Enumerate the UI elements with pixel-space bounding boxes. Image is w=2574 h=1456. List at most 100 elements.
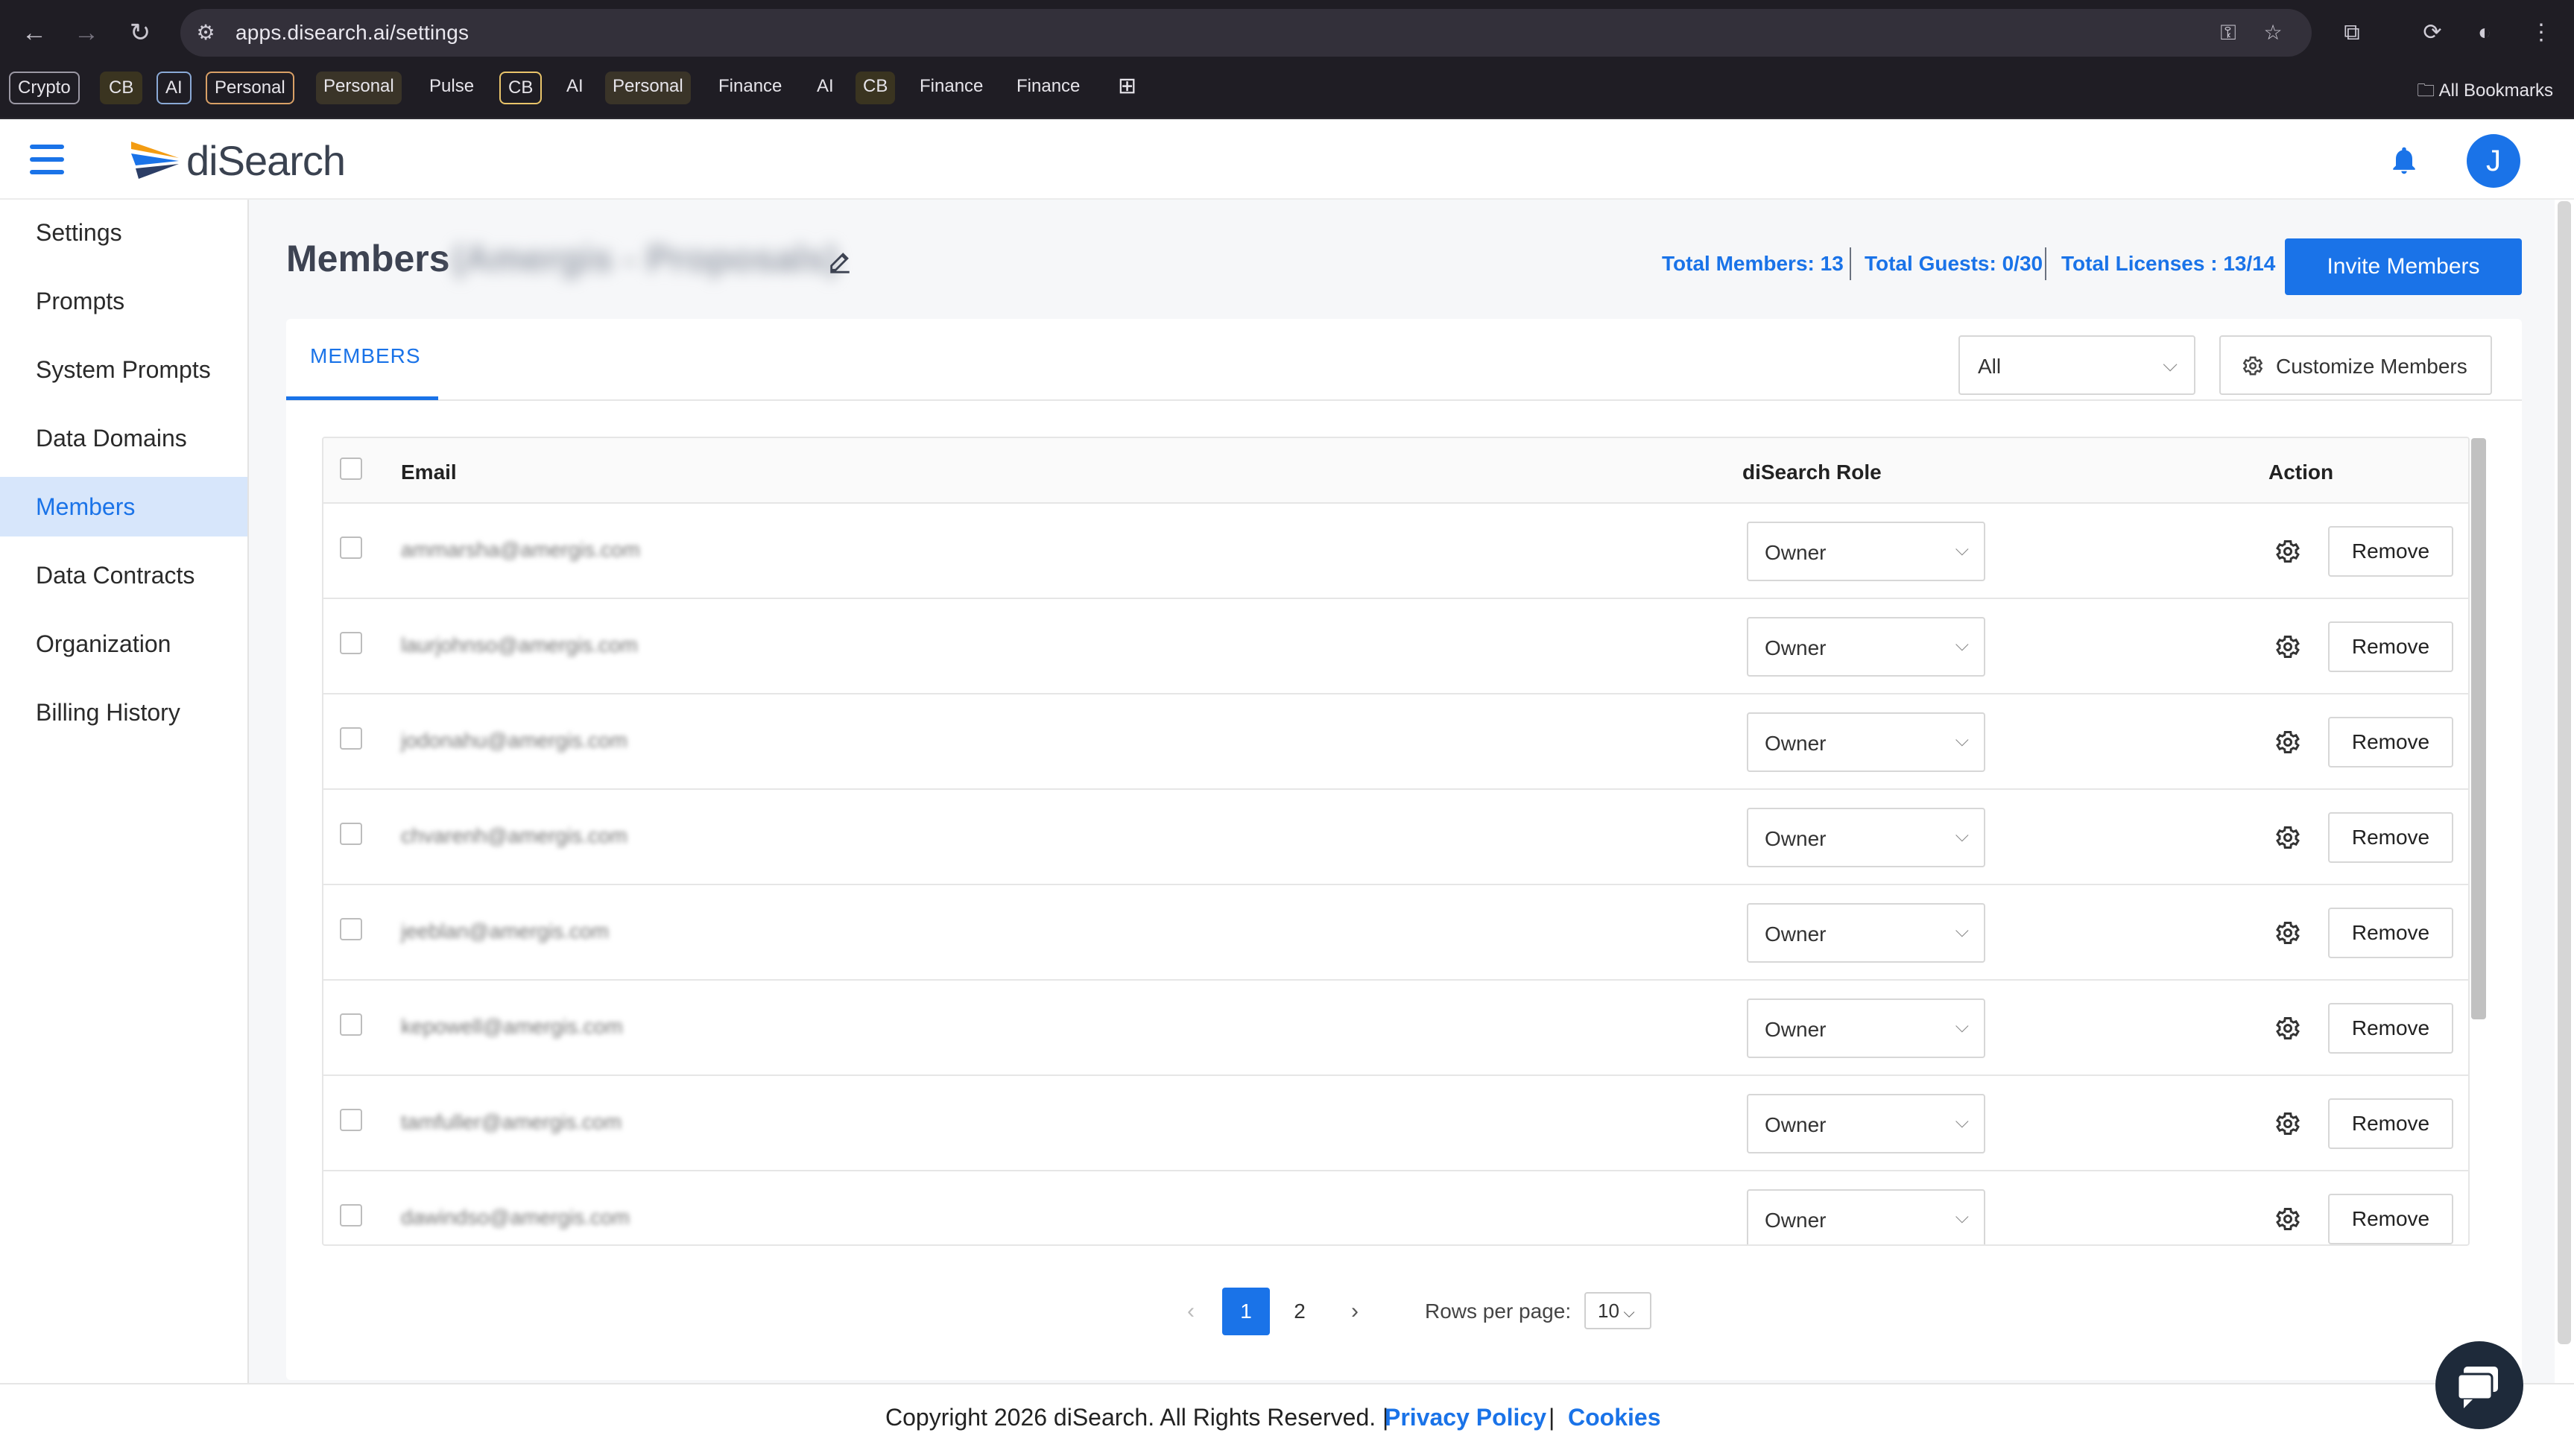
edit-icon[interactable] [827,249,853,274]
row-checkbox[interactable] [340,918,362,940]
sidebar-item-prompts[interactable]: Prompts [0,271,247,331]
remove-button[interactable]: Remove [2328,526,2453,577]
row-checkbox[interactable] [340,823,362,845]
remove-button[interactable]: Remove [2328,908,2453,958]
member-email: ammarsha@amergis.com [401,538,640,561]
sidebar-item-system-prompts[interactable]: System Prompts [0,340,247,399]
chevron-down-icon: ⌵ [1955,1016,1969,1036]
cookies-link[interactable]: Cookies [1568,1404,1660,1431]
reload-icon[interactable]: ↻ [124,16,156,49]
prev-page-icon[interactable]: ‹ [1176,1294,1206,1329]
menu-icon[interactable] [30,145,64,174]
column-header-email[interactable]: Email [401,460,457,484]
chat-button[interactable] [2435,1341,2523,1429]
role-select[interactable]: Owner ⌵ [1747,808,1985,867]
address-bar[interactable]: ⚙ apps.disearch.ai/settings ⚿ ☆ [180,9,2312,57]
member-filter-select[interactable]: All ⌵ [1958,335,2195,395]
bell-icon[interactable] [2388,142,2420,179]
member-email: jeeblan@amergis.com [401,920,609,943]
site-info-icon[interactable]: ⚙ [192,19,219,46]
footer-separator: | [1549,1404,1555,1431]
logo[interactable]: diSearch [131,134,346,186]
row-checkbox[interactable] [340,1013,362,1036]
forward-icon[interactable]: → [70,16,103,49]
role-select[interactable]: Owner ⌵ [1747,1189,1985,1244]
chevron-down-icon: ⌵ [2163,353,2178,376]
bookmark-item[interactable]: Crypto [9,72,80,104]
page-1-button[interactable]: 1 [1222,1288,1270,1335]
invite-members-button[interactable]: Invite Members [2285,238,2522,295]
sidebar-item-settings[interactable]: Settings [0,203,247,262]
bookmark-star-icon[interactable]: ☆ [2260,19,2286,46]
role-select[interactable]: Owner ⌵ [1747,1094,1985,1153]
bookmark-item[interactable]: Finance [711,72,789,104]
gear-icon[interactable] [2274,538,2301,565]
rows-per-page-select[interactable]: 10 ⌵ [1584,1292,1651,1329]
page-2-button[interactable]: 2 [1276,1288,1324,1335]
sidebar-item-organization[interactable]: Organization [0,614,247,674]
bookmark-item[interactable]: AI [809,72,841,104]
gear-icon[interactable] [2274,920,2301,946]
chevron-down-icon: ⌵ [1955,921,1969,941]
bookmark-item[interactable]: AI [559,72,591,104]
member-email: dawindso@amergis.com [401,1206,630,1229]
bookmark-item[interactable]: Pulse [422,72,481,104]
table-scrollbar[interactable] [2471,438,2486,1019]
apps-grid-icon[interactable]: ⊞ [1110,72,1144,104]
row-checkbox[interactable] [340,727,362,750]
gear-icon[interactable] [2274,1110,2301,1137]
all-bookmarks[interactable]: 🗀 All Bookmarks [2417,77,2553,108]
bookmark-item[interactable]: CB [100,72,143,104]
row-checkbox[interactable] [340,536,362,559]
role-value: Owner [1765,636,1827,659]
password-key-icon[interactable]: ⚿ [2215,19,2242,46]
sidebar-item-data-domains[interactable]: Data Domains [0,408,247,468]
sidebar-item-billing-history[interactable]: Billing History [0,683,247,742]
page-scrollbar[interactable] [2558,201,2571,1344]
bookmark-item[interactable]: Personal [316,72,402,104]
role-select[interactable]: Owner ⌵ [1747,617,1985,677]
role-select[interactable]: Owner ⌵ [1747,712,1985,772]
profile-icon[interactable]: ◐ [2468,16,2501,49]
select-all-checkbox[interactable] [340,458,362,480]
remove-button[interactable]: Remove [2328,1098,2453,1149]
bookmark-item[interactable]: Finance [912,72,990,104]
sidebar-item-members[interactable]: Members [0,477,247,536]
customize-members-button[interactable]: Customize Members [2219,335,2492,395]
gear-icon[interactable] [2274,1015,2301,1042]
row-checkbox[interactable] [340,1109,362,1131]
gear-icon[interactable] [2274,729,2301,756]
gear-icon[interactable] [2274,633,2301,660]
column-header-role[interactable]: diSearch Role [1742,460,1882,484]
avatar[interactable]: J [2467,134,2520,188]
bookmark-item[interactable]: AI [156,72,192,104]
browser-menu-icon[interactable]: ⋮ [2525,16,2558,49]
gear-icon[interactable] [2274,824,2301,851]
tab-members[interactable]: MEMBERS [310,344,421,368]
extensions-icon[interactable]: ⧉ [2336,16,2368,49]
sync-icon[interactable]: ⟳ [2416,16,2449,49]
sidebar-item-data-contracts[interactable]: Data Contracts [0,545,247,605]
remove-button[interactable]: Remove [2328,1003,2453,1054]
bookmark-item[interactable]: CB [499,72,543,104]
bookmark-item[interactable]: CB [856,72,896,104]
member-email: chvarenh@amergis.com [401,824,627,847]
row-checkbox[interactable] [340,1204,362,1226]
back-icon[interactable]: ← [18,16,51,49]
remove-button[interactable]: Remove [2328,717,2453,767]
remove-button[interactable]: Remove [2328,1194,2453,1244]
remove-button[interactable]: Remove [2328,812,2453,863]
stat-divider [1850,247,1851,280]
bookmark-item[interactable]: Finance [1009,72,1087,104]
privacy-policy-link[interactable]: Privacy Policy [1385,1404,1546,1431]
role-select[interactable]: Owner ⌵ [1747,998,1985,1058]
gear-icon[interactable] [2274,1206,2301,1232]
bookmark-item[interactable]: Personal [206,72,294,104]
next-page-icon[interactable]: › [1340,1294,1370,1329]
bookmark-item[interactable]: Personal [605,72,691,104]
table-row: chvarenh@amergis.com Owner ⌵ Remove [323,790,2468,885]
role-select[interactable]: Owner ⌵ [1747,903,1985,963]
role-select[interactable]: Owner ⌵ [1747,522,1985,581]
row-checkbox[interactable] [340,632,362,654]
remove-button[interactable]: Remove [2328,621,2453,672]
